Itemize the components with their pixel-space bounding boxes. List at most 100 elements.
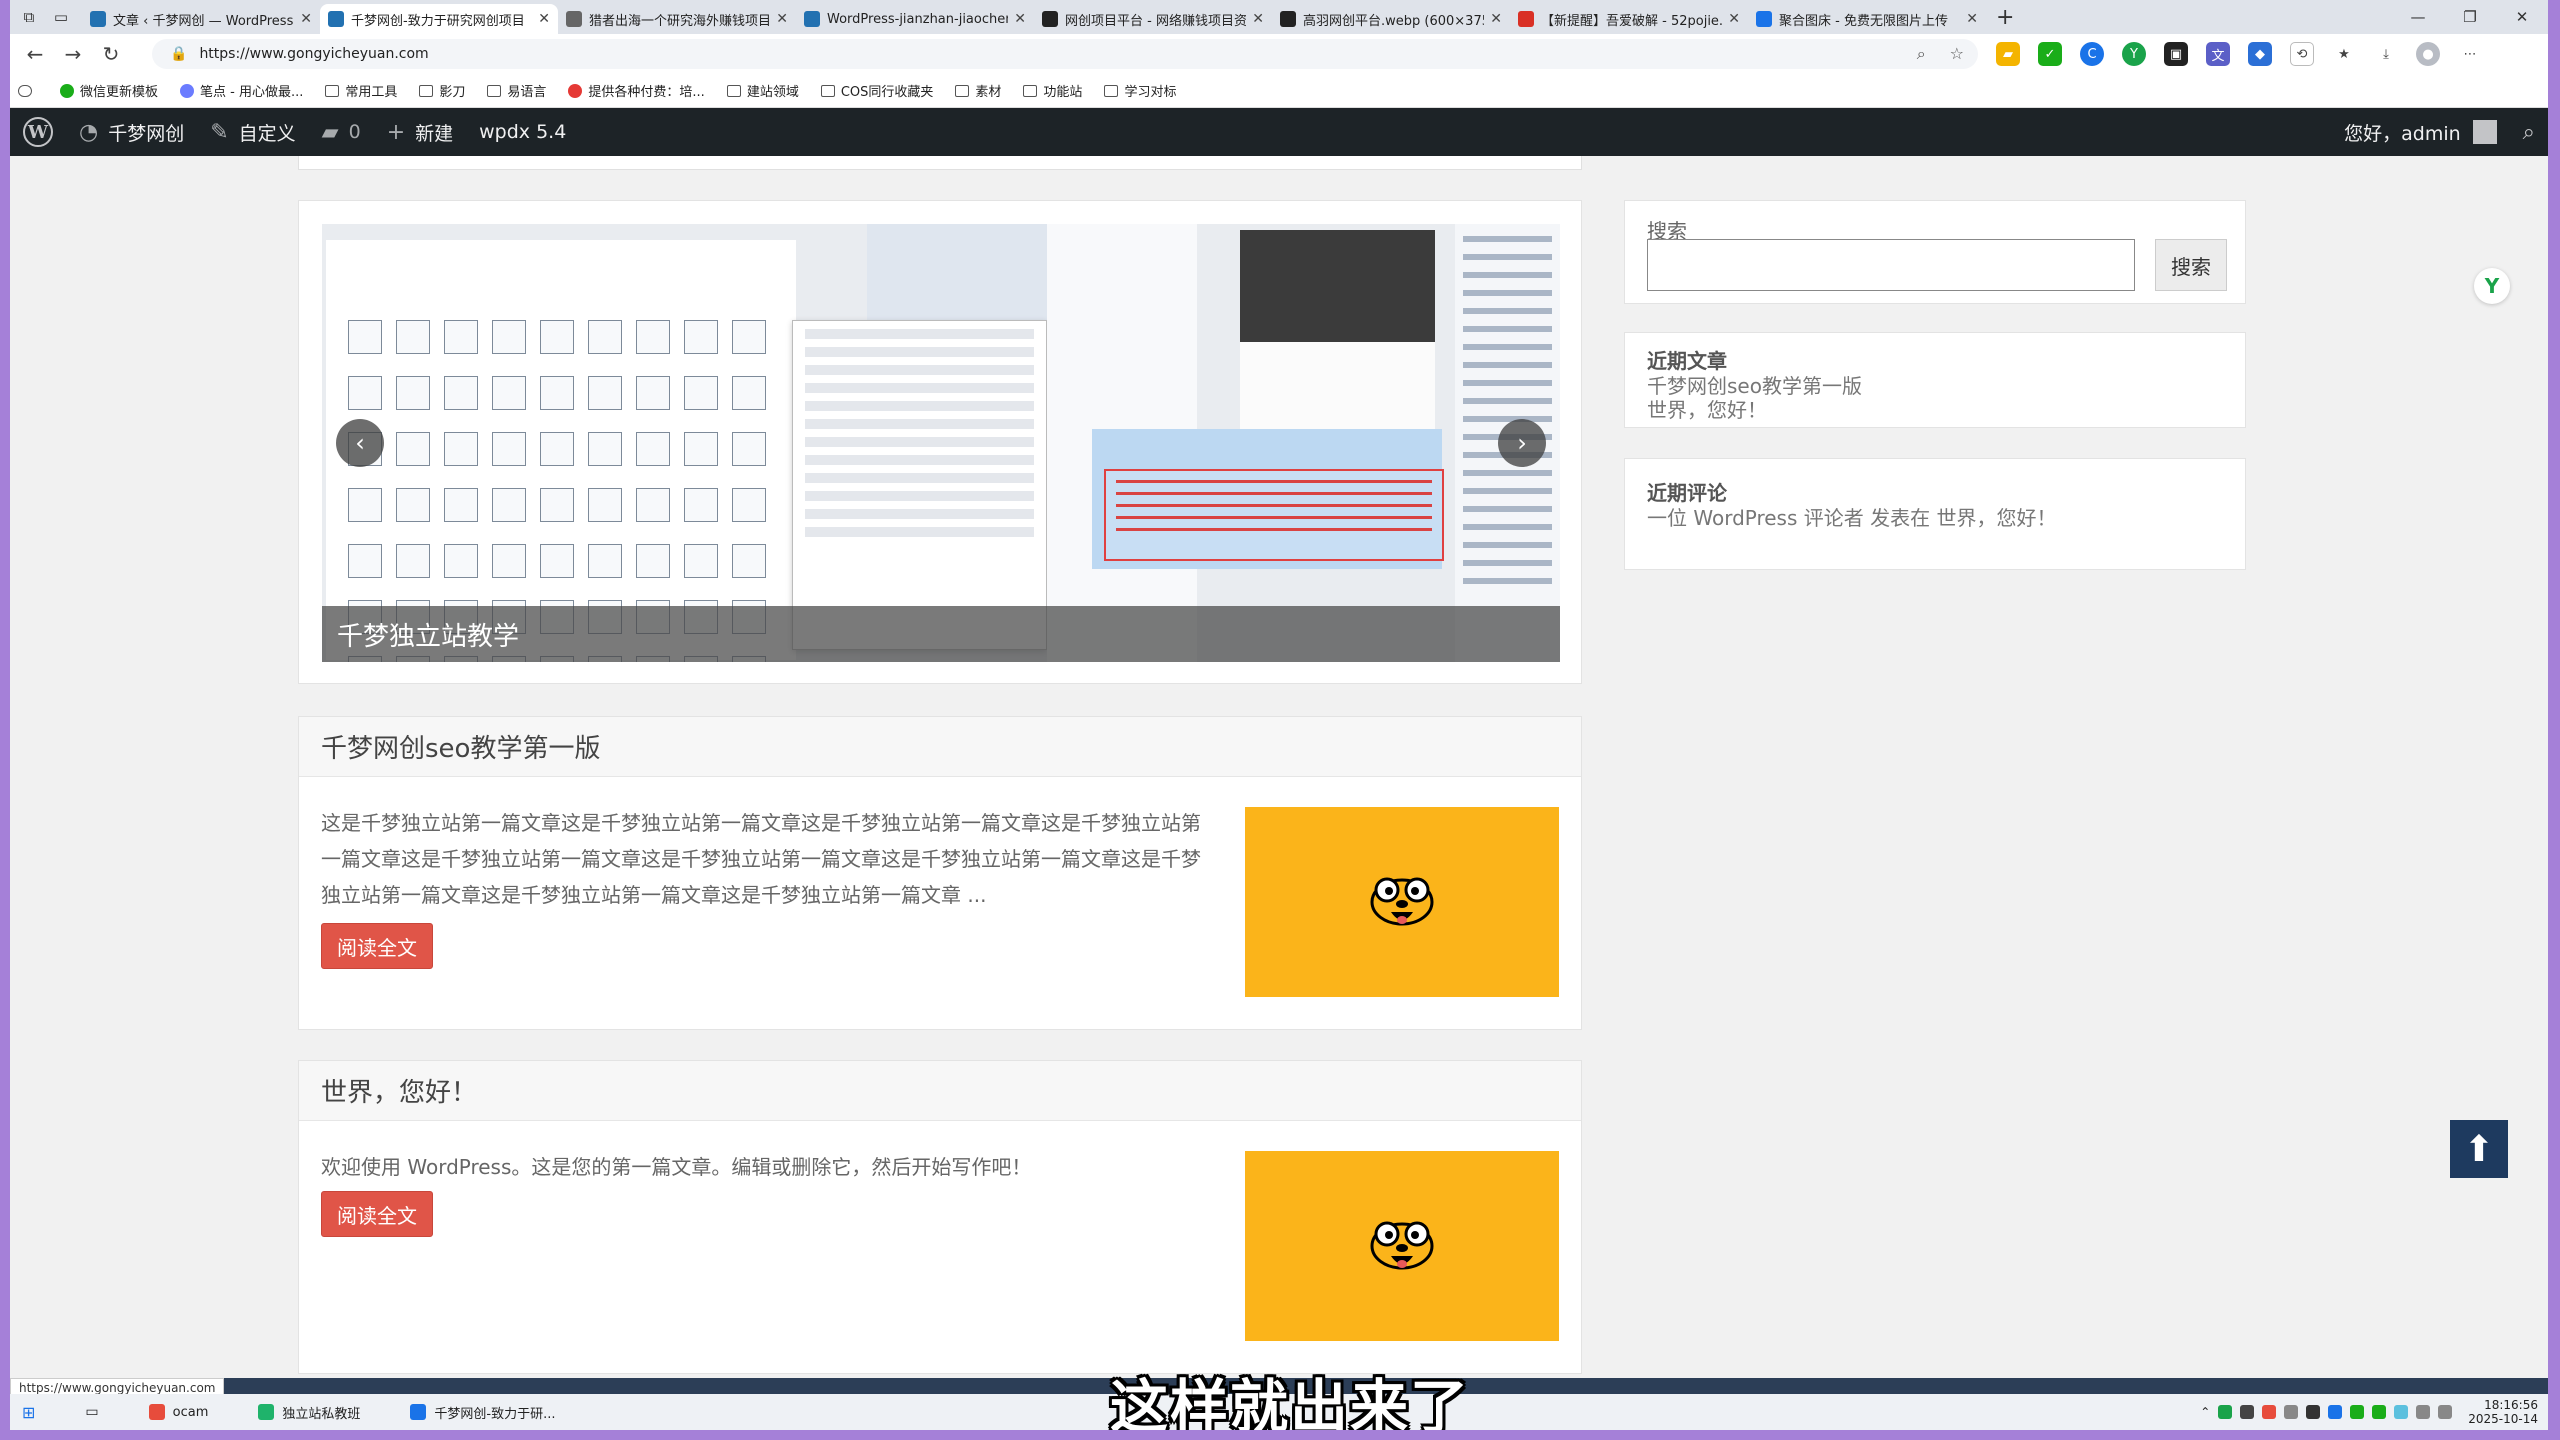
y-extension-icon[interactable]: Y — [2122, 42, 2146, 66]
browser-tab[interactable]: WordPress-jianzhan-jiaocheng.jp ✕ — [796, 4, 1034, 34]
post-thumbnail[interactable] — [1245, 807, 1559, 997]
slide-caption[interactable]: 千梦独立站教学 — [322, 606, 1560, 662]
screenshot-red-highlight — [1104, 469, 1444, 561]
tray-app-icon[interactable] — [2372, 1405, 2387, 1419]
clock[interactable]: 18:16:56 2025-10-14 — [2468, 1398, 2538, 1426]
url-field[interactable]: 🔒 https://www.gongyicheyuan.com ⌕ ☆ — [152, 39, 1978, 69]
bookmark-folder[interactable]: 建站领域 — [726, 81, 799, 100]
my-account-menu[interactable]: 您好，admin — [2331, 108, 2510, 156]
read-more-button[interactable]: 阅读全文 — [321, 1191, 433, 1237]
recent-comment-item[interactable]: 一位 WordPress 评论者 发表在 世界，您好！ — [1647, 506, 2223, 530]
tray-app-icon[interactable] — [2218, 1405, 2233, 1419]
tab-close-icon[interactable]: ✕ — [1490, 11, 1502, 27]
browser-tab[interactable]: 猎者出海一个研究海外赚钱项目 ✕ — [558, 4, 796, 34]
file-thumbnail — [684, 320, 718, 354]
taskbar-app[interactable]: 千梦网创-致力于研... — [398, 1394, 567, 1430]
bookmark-folder[interactable]: 学习对标 — [1104, 81, 1176, 100]
microphone-icon[interactable] — [2306, 1405, 2321, 1419]
more-menu-icon[interactable]: ⋯ — [2458, 42, 2482, 66]
tab-title: 网创项目平台 - 网络赚钱项目资源 — [1065, 13, 1247, 29]
browser-tab[interactable]: 文章 ‹ 千梦网创 — WordPress ✕ — [82, 4, 320, 34]
restore-icon[interactable]: ❐ — [2444, 8, 2496, 26]
slider-next-button[interactable]: › — [1498, 419, 1546, 467]
site-name-menu[interactable]: ◔ 千梦网创 — [66, 108, 197, 156]
slider-prev-button[interactable]: ‹ — [336, 419, 384, 467]
tab-close-icon[interactable]: ✕ — [1966, 11, 1978, 27]
bookmark-folder[interactable]: 影刀 — [419, 81, 465, 100]
forward-icon[interactable]: → — [54, 42, 92, 66]
bookmark-link[interactable]: 提供各种付费：培... — [568, 81, 705, 100]
bookmark-folder[interactable]: 常用工具 — [325, 81, 397, 100]
downloads-icon[interactable]: ⤓ — [2374, 42, 2398, 66]
admin-search-icon[interactable]: ⌕ — [2510, 108, 2548, 156]
translate-extension-icon[interactable]: 文 — [2206, 42, 2230, 66]
browser-tab[interactable]: 聚合图床 - 免费无限图片上传 ✕ — [1748, 4, 1986, 34]
bookmark-folder[interactable]: COS同行收藏夹 — [820, 81, 933, 100]
customize-link[interactable]: ✎ 自定义 — [197, 108, 308, 156]
floating-assistant-icon[interactable]: Y — [2474, 268, 2510, 304]
recent-post-link[interactable]: 世界，您好！ — [1647, 398, 2223, 422]
reload-icon[interactable]: ↻ — [92, 42, 130, 66]
tray-app-icon[interactable] — [2262, 1405, 2277, 1419]
volume-icon[interactable] — [2438, 1405, 2453, 1419]
puzzle-extension-icon[interactable]: ▣ — [2164, 42, 2188, 66]
file-thumbnail — [732, 376, 766, 410]
browser-tab[interactable]: 千梦网创-致力于研究网创项目 ✕ — [320, 4, 558, 34]
post-title[interactable]: 世界，您好！ — [299, 1061, 1581, 1121]
taskbar-app[interactable]: 独立站私教班 — [246, 1394, 372, 1430]
tab-close-icon[interactable]: ✕ — [1728, 11, 1740, 27]
tray-app-icon[interactable] — [2240, 1405, 2255, 1419]
close-icon[interactable]: ✕ — [2496, 8, 2548, 26]
back-icon[interactable]: ← — [16, 42, 54, 66]
new-tab-button[interactable]: + — [1996, 5, 2014, 30]
tray-expand-icon[interactable]: ⌃ — [2200, 1405, 2210, 1419]
c-extension-icon[interactable]: C — [2080, 42, 2104, 66]
bookmark-overflow-icon[interactable] — [18, 84, 38, 97]
new-content-menu[interactable]: + 新建 — [374, 108, 466, 156]
search-button[interactable]: 搜索 — [2155, 239, 2227, 291]
copilot-extension-icon[interactable]: ◆ — [2248, 42, 2272, 66]
slide-image[interactable]: ‹ › 千梦独立站教学 — [322, 224, 1560, 662]
back-to-top-button[interactable]: ⬆ — [2450, 1120, 2508, 1178]
wechat-icon[interactable] — [2350, 1405, 2365, 1419]
post-title[interactable]: 千梦网创seo教学第一版 — [299, 717, 1581, 777]
read-more-button[interactable]: 阅读全文 — [321, 923, 433, 969]
search-input[interactable] — [1647, 239, 2135, 291]
tray-app-icon[interactable] — [2328, 1405, 2343, 1419]
tray-app-icon[interactable] — [2284, 1405, 2299, 1419]
tab-close-icon[interactable]: ✕ — [776, 11, 788, 27]
tab-close-icon[interactable]: ✕ — [1014, 11, 1026, 27]
bookmark-folder[interactable]: 功能站 — [1023, 81, 1082, 100]
task-view-icon[interactable]: ▭ — [73, 1394, 110, 1430]
browser-tab[interactable]: 高羽网创平台.webp (600×375) ✕ — [1272, 4, 1510, 34]
check-extension-icon[interactable]: ✓ — [2038, 42, 2062, 66]
workspaces-icon[interactable]: ⧉ — [16, 4, 42, 30]
sync-icon[interactable]: ⟲ — [2290, 42, 2314, 66]
browser-tab[interactable]: 【新提醒】吾爱破解 - 52pojie.cn ✕ — [1510, 4, 1748, 34]
network-icon[interactable] — [2416, 1405, 2431, 1419]
bookmark-link[interactable]: 微信更新模板 — [60, 81, 158, 100]
zoom-icon[interactable]: ⌕ — [1917, 44, 1926, 64]
tab-close-icon[interactable]: ✕ — [1252, 11, 1264, 27]
start-icon[interactable]: ⊞ — [10, 1394, 47, 1430]
profile-icon[interactable]: ● — [2416, 42, 2440, 66]
theme-label[interactable]: wpdx 5.4 — [466, 108, 579, 156]
browser-tab[interactable]: 网创项目平台 - 网络赚钱项目资源 ✕ — [1034, 4, 1272, 34]
bookmark-folder[interactable]: 素材 — [955, 81, 1001, 100]
minimize-icon[interactable]: — — [2392, 8, 2444, 26]
recent-post-link[interactable]: 千梦网创seo教学第一版 — [1647, 374, 2223, 398]
tab-actions-icon[interactable]: ▭ — [48, 4, 74, 30]
folder-extension-icon[interactable]: ▰ — [1996, 42, 2020, 66]
favorites-icon[interactable]: ★ — [2332, 42, 2356, 66]
favorite-star-icon[interactable]: ☆ — [1950, 44, 1964, 64]
customize-label: 自定义 — [238, 122, 296, 145]
bookmark-link[interactable]: 笔点 - 用心做最... — [180, 81, 303, 100]
taskbar-app[interactable]: ocam — [137, 1394, 221, 1430]
tab-close-icon[interactable]: ✕ — [300, 11, 312, 27]
post-thumbnail[interactable] — [1245, 1151, 1559, 1341]
comments-link[interactable]: ▰ 0 — [309, 108, 374, 156]
bookmark-folder[interactable]: 易语言 — [487, 81, 546, 100]
tray-app-icon[interactable] — [2394, 1405, 2409, 1419]
tab-close-icon[interactable]: ✕ — [538, 11, 550, 27]
wp-logo-menu[interactable]: W — [10, 108, 66, 156]
